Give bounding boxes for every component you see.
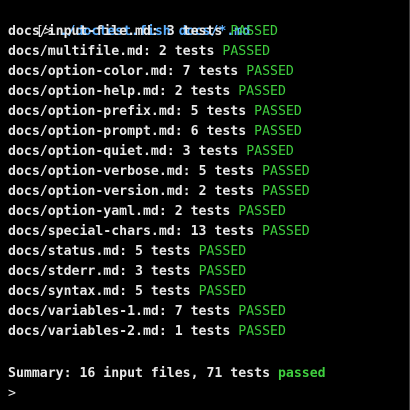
result-status: PASSED — [246, 64, 294, 79]
result-line: docs/option-prompt.md: 6 tests PASSED — [8, 122, 302, 142]
result-status: PASSED — [262, 184, 310, 199]
result-file: docs/special-chars.md: — [8, 224, 183, 239]
result-file: docs/input-file.md: — [8, 24, 159, 39]
result-file: docs/option-color.md: — [8, 64, 175, 79]
result-count: 2 tests — [166, 84, 239, 99]
result-count: 7 tests — [174, 64, 247, 79]
result-count: 3 tests — [127, 264, 199, 279]
result-line: docs/option-prefix.md: 5 tests PASSED — [8, 102, 302, 122]
result-count: 3 tests — [158, 24, 231, 39]
result-count: 5 tests — [190, 164, 263, 179]
result-file: docs/option-quiet.md: — [8, 144, 175, 159]
result-count: 5 tests — [127, 284, 199, 299]
result-line: docs/option-color.md: 7 tests PASSED — [8, 62, 294, 82]
result-line: docs/variables-2.md: 1 tests PASSED — [8, 322, 286, 342]
result-file: docs/option-yaml.md: — [8, 204, 167, 219]
result-file: docs/option-verbose.md: — [8, 164, 191, 179]
result-count: 5 tests — [182, 104, 255, 119]
result-line: docs/status.md: 5 tests PASSED — [8, 242, 246, 262]
summary-text: Summary: 16 input files, 71 tests — [8, 366, 278, 381]
result-count: 5 tests — [127, 244, 199, 259]
cursor-prompt-symbol: > — [8, 386, 16, 401]
result-status: PASSED — [222, 44, 271, 59]
result-status: PASSED — [238, 204, 286, 219]
result-file: docs/option-help.md: — [8, 84, 167, 99]
result-status: PASSED — [230, 24, 278, 39]
result-line: docs/option-quiet.md: 3 tests PASSED — [8, 142, 294, 162]
result-count: 3 tests — [174, 144, 247, 159]
result-file: docs/option-prefix.md: — [8, 104, 183, 119]
result-status: PASSED — [198, 244, 247, 259]
result-file: docs/option-version.md: — [8, 184, 191, 199]
result-status: PASSED — [254, 104, 302, 119]
result-file: docs/multifile.md: — [8, 44, 151, 59]
result-count: 2 tests — [150, 44, 223, 59]
result-count: 7 tests — [166, 304, 239, 319]
result-count: 1 tests — [166, 324, 239, 339]
result-line: docs/option-yaml.md: 2 tests PASSED — [8, 202, 286, 222]
result-status: PASSED — [246, 144, 294, 159]
result-line: docs/option-verbose.md: 5 tests PASSED — [8, 162, 310, 182]
result-count: 13 tests — [182, 224, 263, 239]
summary-line: Summary: 16 input files, 71 tests passed — [8, 364, 326, 384]
summary-status: passed — [277, 366, 326, 381]
result-count: 2 tests — [166, 204, 239, 219]
result-status: PASSED — [238, 324, 286, 339]
result-status: PASSED — [198, 284, 247, 299]
result-file: docs/variables-1.md: — [8, 304, 167, 319]
terminal-window[interactable]: [> ./doctest.fish docs/*.md docs/input-f… — [0, 0, 410, 410]
result-line: docs/stderr.md: 3 tests PASSED — [8, 262, 246, 282]
result-file: docs/syntax.md: — [8, 284, 128, 299]
result-line: docs/input-file.md: 3 tests PASSED — [8, 22, 278, 42]
result-line: docs/variables-1.md: 7 tests PASSED — [8, 302, 286, 322]
command-line: [> ./doctest.fish docs/*.md — [4, 2, 250, 39]
result-count: 2 tests — [190, 184, 263, 199]
result-status: PASSED — [262, 164, 310, 179]
result-line: docs/option-version.md: 2 tests PASSED — [8, 182, 310, 202]
result-line: docs/special-chars.md: 13 tests PASSED — [8, 222, 310, 242]
result-file: docs/status.md: — [8, 244, 128, 259]
input-prompt[interactable]: > — [8, 384, 16, 404]
result-file: docs/option-prompt.md: — [8, 124, 183, 139]
result-count: 6 tests — [182, 124, 255, 139]
result-status: PASSED — [262, 224, 310, 239]
result-line: docs/option-help.md: 2 tests PASSED — [8, 82, 286, 102]
result-line: docs/multifile.md: 2 tests PASSED — [8, 42, 270, 62]
result-file: docs/stderr.md: — [8, 264, 128, 279]
result-status: PASSED — [254, 124, 302, 139]
result-status: PASSED — [198, 264, 247, 279]
result-status: PASSED — [238, 304, 286, 319]
result-status: PASSED — [238, 84, 286, 99]
result-file: docs/variables-2.md: — [8, 324, 167, 339]
result-line: docs/syntax.md: 5 tests PASSED — [8, 282, 246, 302]
